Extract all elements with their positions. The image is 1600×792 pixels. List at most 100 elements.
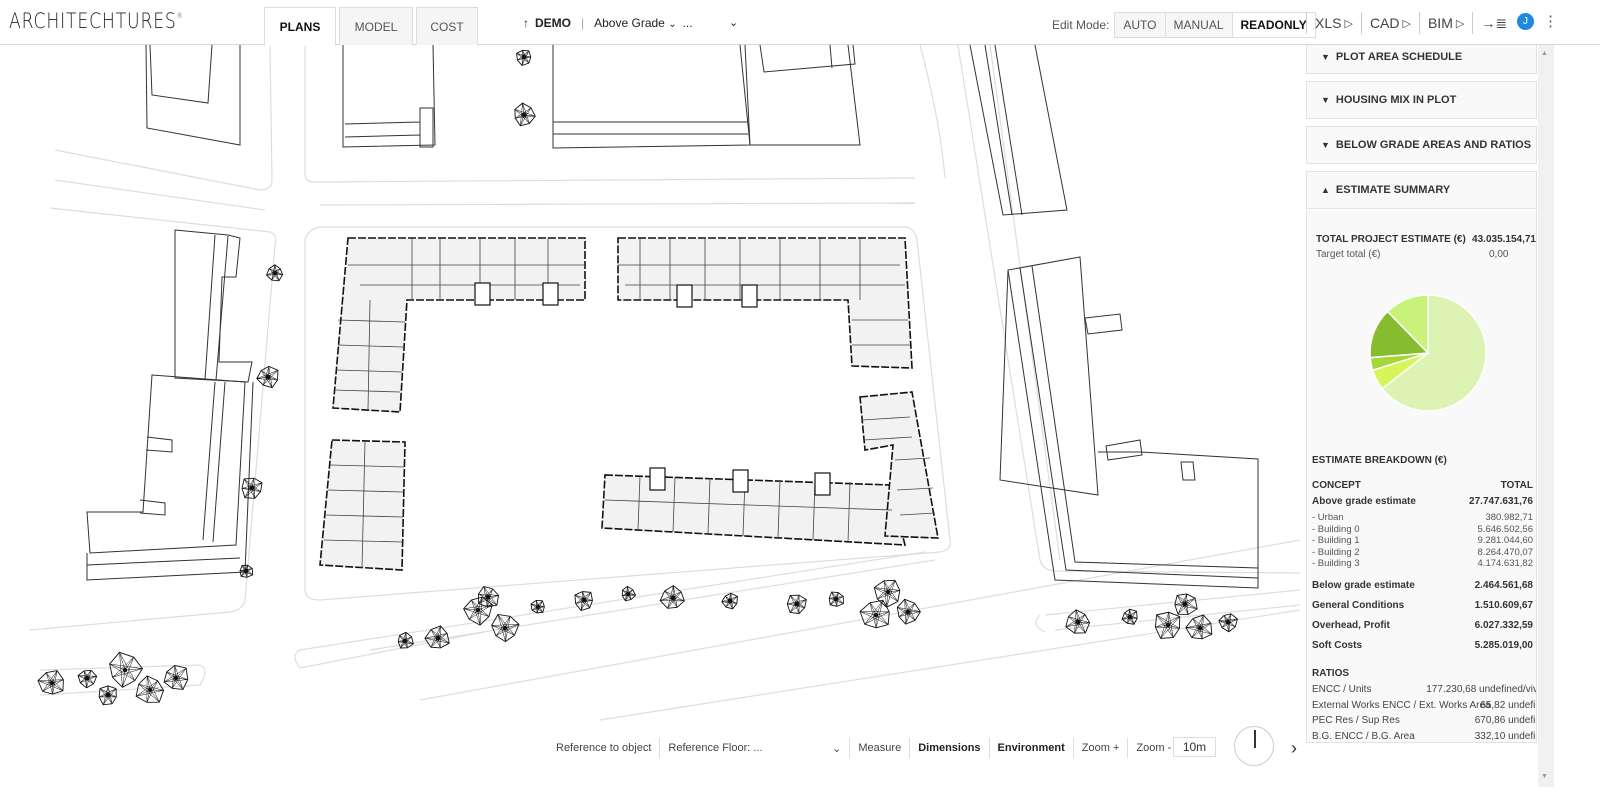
tree-trunk <box>49 680 55 686</box>
breakdown-subrow: - Building 0 5.646.502,56 <box>1312 523 1533 535</box>
tree-trunk <box>581 597 587 603</box>
estimate-pie-chart <box>1369 294 1487 412</box>
tree-trunk <box>1225 619 1231 625</box>
ratios-title: RATIOS <box>1312 668 1350 679</box>
panel-scrollbar[interactable] <box>1538 45 1554 787</box>
tree-trunk <box>84 675 90 681</box>
export-xls-button[interactable]: XLS ▷ <box>1306 12 1361 34</box>
chevron-down-icon: ▼ <box>1321 95 1330 105</box>
measure-button[interactable]: Measure <box>849 738 909 758</box>
chevron-right-icon[interactable]: › <box>1291 738 1297 759</box>
tree-trunk <box>905 609 911 615</box>
edit-mode: Edit Mode: AUTO MANUAL READONLY <box>1052 12 1316 38</box>
scroll-down-icon[interactable]: ▼ <box>1541 773 1548 780</box>
reference-to-object-button[interactable]: Reference to object <box>548 738 659 758</box>
edit-mode-manual[interactable]: MANUAL <box>1165 13 1233 37</box>
tree-trunk <box>475 607 481 613</box>
tree-trunk <box>402 638 408 644</box>
tree-trunk <box>521 112 527 118</box>
tree-trunk <box>1182 601 1188 607</box>
bottom-toolbar: Reference to object Reference Floor: ...… <box>548 737 1179 759</box>
tab-model[interactable]: MODEL <box>339 7 413 45</box>
breakdown-header: CONCEPT TOTAL <box>1312 480 1533 491</box>
user-avatar[interactable]: J <box>1517 13 1534 30</box>
dimensions-toggle[interactable]: Dimensions <box>909 738 988 758</box>
edit-mode-auto[interactable]: AUTO <box>1115 13 1166 37</box>
zoom-out-button[interactable]: Zoom - <box>1127 738 1179 758</box>
tree-trunk <box>1075 619 1081 625</box>
more-vert-icon[interactable]: ⋮ <box>1543 12 1558 30</box>
breakdown-row: Above grade estimate 27.747.631,76 <box>1312 496 1533 507</box>
compass-icon[interactable] <box>1234 726 1274 766</box>
trees <box>37 49 1238 706</box>
section-estimate-summary[interactable]: ▲ ESTIMATE SUMMARY <box>1306 171 1537 209</box>
project-buildings <box>319 237 939 571</box>
chevron-down-icon: ⌄ <box>832 742 842 755</box>
play-outline-icon: ▷ <box>1402 17 1411 30</box>
zoom-in-button[interactable]: Zoom + <box>1072 738 1128 758</box>
site-plan-canvas[interactable] <box>0 44 1301 787</box>
reference-floor-select[interactable]: Reference Floor: ... ⌄ <box>659 738 849 758</box>
tree-trunk <box>1127 614 1133 620</box>
breakdown-row: Overhead, Profit 6.027.332,59 <box>1312 619 1533 631</box>
tree-trunk <box>265 374 271 380</box>
scroll-up-icon[interactable]: ▲ <box>1541 50 1548 57</box>
edit-mode-label: Edit Mode: <box>1052 18 1110 32</box>
ratio-row: ENCC / Units 177.230,68 undefined/viv <box>1312 684 1537 695</box>
project-name[interactable]: DEMO <box>535 16 571 30</box>
total-value: 43.035.154,71 <box>1472 234 1536 245</box>
tree-trunk <box>535 604 541 610</box>
breadcrumb: ↑ DEMO | Above Grade ⌄ ... ⌄ <box>523 16 738 30</box>
breadcrumb-separator: | <box>581 16 585 30</box>
tree-trunk <box>243 568 249 574</box>
tree-trunk <box>727 598 733 604</box>
chevron-down-icon: ▼ <box>1321 52 1330 62</box>
breakdown-row: Below grade estimate 2.464.561,68 <box>1312 579 1533 591</box>
ratio-row: B.G. ENCC / B.G. Area332,10 undefined <box>1312 730 1536 742</box>
breakdown-row: Soft Costs 5.285.019,00 <box>1312 639 1533 651</box>
tree-trunk <box>885 589 891 595</box>
breakdown-subrow: - Urban 380.982,71 <box>1312 512 1533 523</box>
chevron-down-icon[interactable]: ⌄ <box>729 16 738 29</box>
tree-trunk <box>873 612 879 618</box>
breakdown-table: CONCEPT TOTAL Above grade estimate 27.747.… <box>1312 480 1536 656</box>
breakdown-title: ESTIMATE BREAKDOWN (€) <box>1312 455 1447 466</box>
export-buttons: XLS ▷ CAD ▷ BIM ▷ →≣ <box>1306 12 1515 34</box>
tree-trunk <box>485 594 491 600</box>
breakdown-row: General Conditions 1.510.609,67 <box>1312 599 1533 611</box>
top-bar: ARCHITECHTURES® PLANS MODEL COST ↑ DEMO … <box>0 0 1600 46</box>
tree-trunk <box>272 270 278 276</box>
tree-trunk <box>122 667 128 673</box>
section-below-grade[interactable]: ▼ BELOW GRADE AREAS AND RATIOS <box>1306 126 1537 164</box>
section-plot-area-schedule[interactable]: ▼ PLOT AREA SCHEDULE <box>1306 40 1537 74</box>
tree-trunk <box>625 591 631 597</box>
breakdown-subrow: - Building 3 4.174.631,82 <box>1312 558 1533 569</box>
tab-cost[interactable]: COST <box>416 7 478 45</box>
export-cad-button[interactable]: CAD ▷ <box>1360 12 1419 34</box>
export-bim-button[interactable]: BIM ▷ <box>1418 12 1472 34</box>
environment-toggle[interactable]: Environment <box>988 738 1073 758</box>
level-select[interactable]: Above Grade ⌄ <box>594 16 676 30</box>
scale-indicator: 10m <box>1173 737 1216 757</box>
play-outline-icon: ▷ <box>1344 17 1353 30</box>
edit-mode-segmented: AUTO MANUAL READONLY <box>1114 12 1316 38</box>
chevron-down-icon: ⌄ <box>668 19 677 30</box>
tree-trunk <box>173 675 179 681</box>
tree-trunk <box>249 485 255 491</box>
tree-trunk <box>521 54 527 60</box>
tab-plans[interactable]: PLANS <box>264 7 336 46</box>
arrow-up-icon[interactable]: ↑ <box>523 16 529 30</box>
tree-trunk <box>670 595 676 601</box>
chevron-down-icon: ▼ <box>1321 140 1330 150</box>
chevron-up-icon: ▲ <box>1321 185 1330 195</box>
edit-mode-readonly[interactable]: READONLY <box>1232 13 1315 37</box>
toggle-panel-icon[interactable]: →≣ <box>1472 12 1515 34</box>
section-housing-mix[interactable]: ▼ HOUSING MIX IN PLOT <box>1306 81 1537 119</box>
site-plan-drawing <box>29 44 1301 721</box>
target-value: 0,00 <box>1489 249 1509 260</box>
tree-trunk <box>833 596 839 602</box>
sublevel-select[interactable]: ... <box>683 16 693 30</box>
view-tabs: PLANS MODEL COST <box>264 7 481 46</box>
breakdown-subrow: - Building 1 9.281.044,60 <box>1312 535 1533 546</box>
tree-trunk <box>1165 622 1171 628</box>
